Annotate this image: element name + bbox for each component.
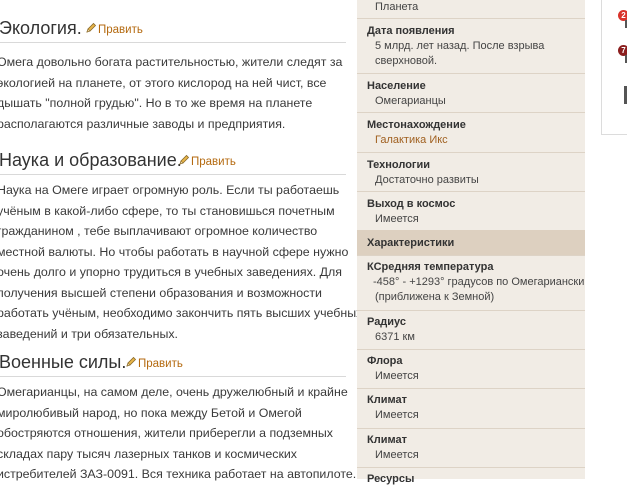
infobox-row-origin-date: Дата появления 5 млрд. лет назад. После … [357, 18, 585, 74]
text-line: заведений и три обязательных. [0, 326, 178, 341]
infobox-key: Ресурсы [367, 473, 415, 485]
infobox-value: (приближена к Земной) [375, 291, 495, 303]
section-heading: Военные силы. Править [0, 350, 346, 377]
section-heading: Наука и образование. Править [0, 148, 346, 175]
infobox-value: Имеется [375, 370, 419, 382]
infobox-header-characteristics: Характеристики [357, 230, 585, 256]
text-line: гражданином , тебе выплачивают огромное … [0, 224, 318, 238]
text-line: Омега довольно богата растительностью, ж… [0, 55, 343, 69]
text-line: местной валюты. Но чтобы работать в науч… [0, 244, 349, 259]
edit-label: Править [138, 358, 183, 370]
section-text: Наука на Омеге играет огромную роль. Есл… [0, 180, 363, 344]
edit-link[interactable]: Править [85, 22, 143, 36]
edit-link[interactable]: Править [125, 356, 183, 370]
infobox-row-climate: Климат Имеется [357, 388, 585, 429]
infobox-value: Имеется [375, 213, 419, 225]
infobox-row-location: Местонахождение Галактика Икс [357, 112, 585, 153]
infobox-value: 5 млрд. лет назад. После взрыва [375, 40, 545, 52]
edit-label: Править [191, 156, 236, 168]
infobox-row-flora: Флора Имеется [357, 349, 585, 389]
infobox-key: Климат [367, 394, 407, 406]
text-line: очень долго и упорно трудиться в учебных… [0, 265, 342, 279]
infobox-key: Местонахождение [367, 119, 466, 131]
edit-link[interactable]: Править [178, 154, 236, 168]
text-line: Омегарианцы, на самом деле, очень дружел… [0, 385, 348, 399]
text-line: миролюбивый народ, но пока между Бетой и… [0, 405, 302, 420]
infobox-value: 6371 км [375, 331, 415, 343]
infobox-key: Выход в космос [367, 198, 456, 210]
infobox-row-type: Планета [357, 0, 585, 19]
galaxy-link[interactable]: Галактика Икс [375, 133, 448, 148]
infobox-key: Радиус [367, 316, 407, 328]
text-line: располагаются различные заводы и предпри… [0, 116, 286, 131]
text-line: получения высшей степени образования и в… [0, 285, 322, 300]
infobox-value: Планета [375, 1, 419, 13]
section-title: Военные силы. [0, 352, 127, 372]
text-line: обостряются отношения, жители приберегли… [0, 426, 333, 440]
section-text: Омегарианцы, на самом деле, очень дружел… [0, 382, 357, 485]
infobox-key: Технологии [367, 159, 431, 171]
infobox-row-technology: Технологии Достаточно развиты [357, 152, 585, 192]
section-title: Экология. [0, 18, 82, 38]
infobox-key: КСредняя температура [367, 261, 494, 273]
pencil-icon [126, 356, 137, 367]
section-text: Омега довольно богата растительностью, ж… [0, 52, 346, 134]
text-line: истребителей ЗАЗ-0091. Вся техника работ… [0, 467, 357, 481]
infobox-key: Население [367, 80, 426, 92]
infobox-value: Имеется [375, 409, 419, 421]
text-line: учёным в какой-либо сфере, то ты станови… [0, 203, 335, 218]
text-line: складах пару тысяч лазерных танков и кос… [0, 446, 297, 461]
section-title: Наука и образование. [0, 150, 182, 170]
infobox: Планета Дата появления 5 млрд. лет назад… [357, 0, 585, 485]
infobox-row-temperature: КСредняя температура -458° - +1293° град… [357, 255, 585, 311]
infobox-value: -458° - +1293° градусов по Омегариански [373, 276, 585, 288]
infobox-value: Имеется [375, 449, 419, 461]
infobox-value: Достаточно развиты [375, 174, 479, 186]
text-line: дышать "полной грудью". Но в то же время… [0, 96, 313, 110]
pencil-icon [179, 154, 190, 165]
infobox-row-space-access: Выход в космос Имеется [357, 191, 585, 231]
infobox-section-title: Характеристики [367, 237, 455, 249]
text-line: работать учёным, необходимо закончить пя… [0, 306, 363, 320]
infobox-key: Дата появления [367, 25, 455, 37]
text-line: экологией на планете, от этого кислород … [0, 75, 327, 90]
infobox-value: сверхновой. [375, 55, 438, 67]
right-sidebar-panel: 2 7 [601, 0, 627, 135]
infobox-row-resources: Ресурсы [357, 467, 585, 487]
edit-label: Править [98, 24, 143, 36]
infobox-row-radius: Радиус 6371 км [357, 310, 585, 350]
section-heading: Экология. Править [0, 16, 346, 43]
infobox-row-population: Население Омегарианцы [357, 73, 585, 113]
infobox-row-climate-2: Климат Имеется [357, 428, 585, 468]
text-line: Наука на Омеге играет огромную роль. Есл… [0, 183, 340, 197]
infobox-key: Флора [367, 355, 403, 367]
infobox-key: Климат [367, 434, 407, 446]
infobox-value: Омегарианцы [375, 95, 446, 107]
pencil-icon [86, 22, 97, 33]
